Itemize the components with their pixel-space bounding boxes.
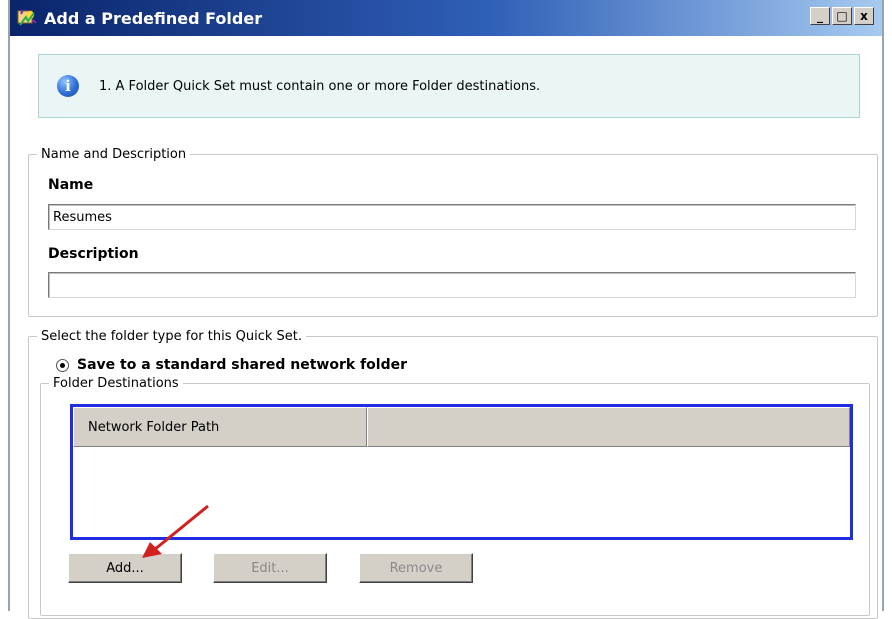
name-description-legend: Name and Description: [41, 147, 187, 162]
window-controls: _ □ x: [810, 7, 874, 25]
name-label: Name: [48, 177, 94, 193]
close-icon: x: [860, 9, 868, 23]
remove-button[interactable]: Remove: [359, 553, 473, 583]
add-button-label: Add...: [106, 560, 144, 576]
description-field[interactable]: [48, 272, 856, 298]
edit-button[interactable]: Edit...: [213, 553, 327, 583]
info-icon: i: [57, 75, 79, 97]
maximize-button[interactable]: □: [832, 7, 852, 25]
folder-destinations-legend: Folder Destinations: [53, 376, 179, 391]
info-message: 1. A Folder Quick Set must contain one o…: [99, 78, 541, 94]
dialog-window: Add a Predefined Folder _ □ x i 1. A Fol…: [8, 0, 884, 619]
column-header-label: Network Folder Path: [88, 419, 220, 435]
maximize-icon: □: [836, 9, 848, 23]
radio-button[interactable]: [56, 358, 69, 372]
column-header-network-folder-path[interactable]: Network Folder Path: [73, 407, 367, 447]
column-header-empty[interactable]: [367, 407, 850, 447]
minimize-icon: _: [817, 9, 823, 23]
title-bar[interactable]: Add a Predefined Folder _ □ x: [10, 0, 882, 36]
info-banner: i 1. A Folder Quick Set must contain one…: [38, 54, 860, 118]
radio-label: Save to a standard shared network folder: [77, 357, 408, 373]
radio-selected-dot: [60, 362, 65, 368]
folder-type-legend: Select the folder type for this Quick Se…: [41, 329, 302, 344]
annotation-arrow-icon: [142, 504, 209, 558]
minimize-button[interactable]: _: [810, 7, 830, 25]
description-label: Description: [48, 246, 139, 262]
app-icon: [16, 7, 38, 29]
edit-button-label: Edit...: [251, 560, 289, 576]
list-header: Network Folder Path: [73, 407, 850, 447]
standard-shared-folder-option[interactable]: Save to a standard shared network folder: [56, 357, 407, 373]
name-field[interactable]: [48, 204, 856, 230]
window-title: Add a Predefined Folder: [44, 8, 263, 28]
remove-button-label: Remove: [389, 560, 443, 576]
close-button[interactable]: x: [854, 7, 874, 25]
